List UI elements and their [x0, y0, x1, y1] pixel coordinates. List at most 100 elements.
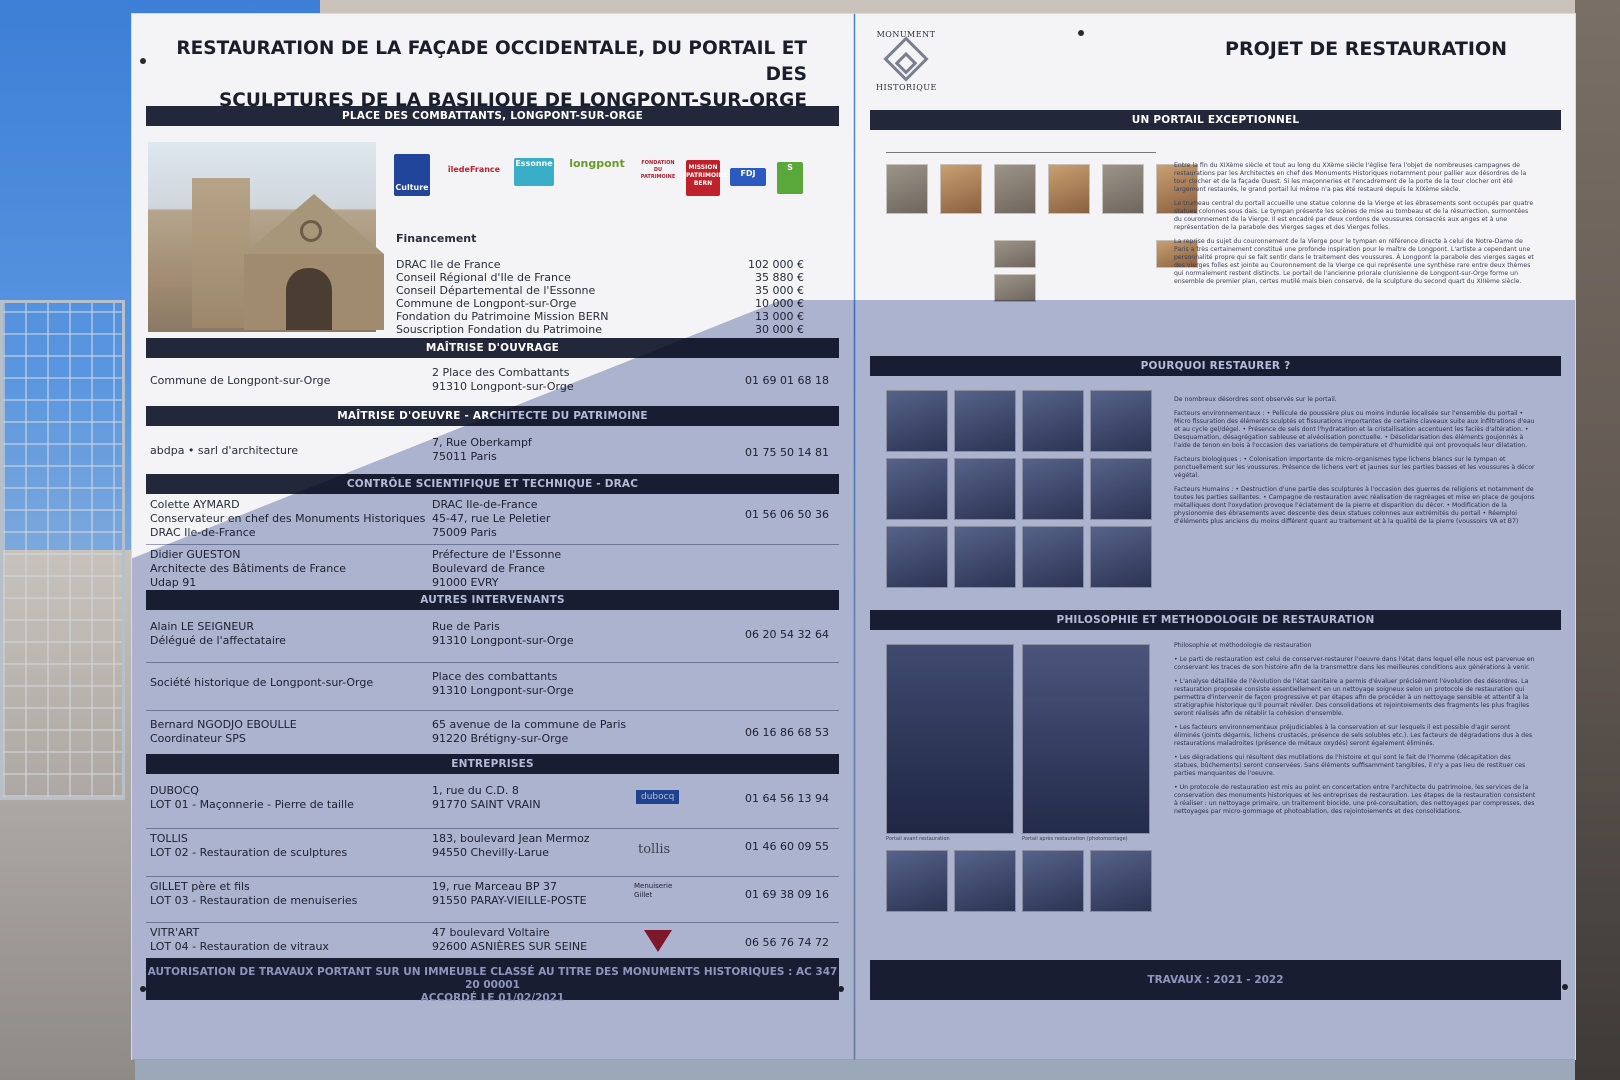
divider [146, 662, 839, 663]
moe-row: abdpa • sarl d'architecture 7, Rue Oberk… [146, 436, 839, 476]
church-portal [286, 268, 332, 330]
section-bar-portail: UN PORTAIL EXCEPTIONNEL [870, 110, 1561, 130]
logo-crest: S [777, 162, 803, 194]
portal-after-photo [1022, 644, 1150, 834]
logo-essonne: Essonne [514, 158, 554, 186]
moe-phone: 01 75 50 14 81 [745, 446, 829, 459]
autres-address: 65 avenue de la commune de Paris 91220 Br… [432, 718, 627, 745]
financement-row: Souscription Fondation du Patrimoine 30 0… [396, 323, 804, 336]
divider [146, 710, 839, 711]
screw [1562, 984, 1568, 990]
detail-photo [954, 850, 1016, 912]
logo-dubocq: dubocq [636, 790, 680, 804]
financement-row: Conseil Départemental de l'Essonne 35 000… [396, 284, 804, 297]
entreprise-address: 1, rue du C.D. 8 91770 SAINT VRAIN [432, 784, 541, 811]
moe-name: abdpa • sarl d'architecture [150, 444, 299, 457]
entreprise-name: DUBOCQ LOT 01 - Maçonnerie - Pierre de ta… [150, 784, 354, 811]
moa-name: Commune de Longpont-sur-Orge [150, 374, 331, 387]
wall-top [320, 0, 1580, 14]
section-bar-pourquoi: POURQUOI RESTAURER ? [870, 356, 1561, 376]
logo-mission-bern: MISSION PATRIMOINE BERN [686, 160, 727, 196]
caption-before: Portail avant restauration [886, 836, 950, 842]
logo-culture: Culture [394, 154, 430, 196]
entreprise-phone: 01 69 38 09 16 [745, 888, 829, 901]
degradation-photo [1090, 390, 1152, 452]
entreprise-phone: 01 46 60 09 55 [745, 840, 829, 853]
logo-longpont: longpont [569, 157, 625, 170]
degradation-photo [1022, 458, 1084, 520]
degradation-photo [954, 458, 1016, 520]
degradation-photo [954, 390, 1016, 452]
portal-thumb [1048, 164, 1090, 214]
financement-row: DRAC Ile de France 102 000 € [396, 258, 804, 271]
detail-photos [886, 850, 1152, 912]
entreprise-name: TOLLIS LOT 02 - Restauration de sculpture… [150, 832, 348, 859]
authorization-footer: AUTORISATION DE TRAVAUX PORTANT SUR UN I… [146, 958, 839, 1004]
page-title: RESTAURATION DE LA FAÇADE OCCIDENTALE, D… [176, 38, 807, 111]
entreprise-address: 19, rue Marceau BP 37 91550 PARAY-VIEILLE… [432, 880, 587, 907]
cst-address: Préfecture de l'Essonne Boulevard de Fran… [432, 548, 562, 589]
background-wall-right [1575, 0, 1620, 1080]
degradation-photo [1022, 526, 1084, 588]
monument-historique-icon [883, 36, 929, 82]
entreprise-name: GILLET père et fils LOT 03 - Restauration… [150, 880, 358, 907]
autres-address: Place des combattants 91310 Longpont-sur-… [432, 670, 574, 697]
financement-title: Financement [396, 232, 477, 245]
logo-iledefrance: îledeFrance [447, 165, 501, 174]
cst-row: Didier GUESTON Architecte des Bâtiments d… [146, 548, 839, 594]
screw [140, 58, 146, 64]
entreprise-phone: 01 64 56 13 94 [745, 792, 829, 805]
portal-thumb [886, 164, 928, 214]
cst-person: Didier GUESTON Architecte des Bâtiments d… [150, 548, 347, 589]
portal-thumb [1102, 164, 1144, 214]
section-bar-place: PLACE DES COMBATTANTS, LONGPONT-SUR-ORGE [146, 106, 839, 126]
portail-comparison [886, 144, 1198, 354]
portail-thumbs [886, 164, 1198, 214]
detail-photo [1090, 850, 1152, 912]
screw [1078, 30, 1084, 36]
degradation-photo [954, 526, 1016, 588]
timeline [886, 152, 1156, 153]
cst-address: DRAC Ile-de-France 45-47, rue Le Peletier… [432, 498, 551, 539]
autres-address: Rue de Paris 91310 Longpont-sur-Orge [432, 620, 574, 647]
metal-fence [0, 300, 125, 800]
degradation-photo [886, 458, 948, 520]
entreprise-row: GILLET père et fils LOT 03 - Restauration… [146, 880, 839, 922]
divider [146, 922, 839, 923]
entreprise-name: VITR'ART LOT 04 - Restauration de vitraux [150, 926, 329, 953]
autres-row: Bernard NGODJO EBOULLE Coordinateur SPS 6… [146, 718, 839, 758]
right-panel: MONUMENT HISTORIQUE PROJET DE RESTAURATI… [856, 14, 1575, 1059]
autres-phone: 06 16 86 68 53 [745, 726, 829, 739]
entreprise-address: 47 boulevard Voltaire 92600 ASNIÈRES SUR … [432, 926, 588, 953]
divider [146, 876, 839, 877]
right-title: PROJET DE RESTAURATION [1225, 38, 1507, 60]
degradation-photo [1090, 526, 1152, 588]
monument-historique-logo: MONUMENT HISTORIQUE [876, 30, 937, 92]
portal-before-photo [886, 644, 1014, 834]
entreprise-row: TOLLIS LOT 02 - Restauration de sculpture… [146, 832, 839, 874]
entreprise-row: DUBOCQ LOT 01 - Maçonnerie - Pierre de ta… [146, 784, 839, 826]
moa-address: 2 Place des Combattants 91310 Longpont-su… [432, 366, 574, 393]
portal-thumb [994, 240, 1036, 268]
divider [146, 544, 839, 545]
detail-photo [886, 850, 948, 912]
autres-row: Alain LE SEIGNEUR Délégué de l'affectatai… [146, 620, 839, 660]
financement-table: DRAC Ile de France 102 000 € Conseil Régi… [396, 258, 804, 336]
church-tower [192, 178, 250, 328]
financement-row: Conseil Régional d'Ile de France 35 880 € [396, 271, 804, 284]
autres-person: Bernard NGODJO EBOULLE Coordinateur SPS [150, 718, 297, 745]
section-bar-moe: MAÎTRISE D'OEUVRE - ARCHITECTE DU PATRIM… [146, 406, 839, 426]
logo-vitrart [644, 930, 672, 952]
logo-fondation-patrimoine: FONDATION DU PATRIMOINE [640, 160, 676, 180]
section-bar-autres: AUTRES INTERVENANTS [146, 590, 839, 610]
section-bar-philosophie: PHILOSOPHIE ET METHODOLOGIE DE RESTAURAT… [870, 610, 1561, 630]
portal-thumb [940, 164, 982, 214]
entreprise-phone: 06 56 76 74 72 [745, 936, 829, 949]
logo-tollis: tollis [638, 842, 671, 857]
degradation-photo [1022, 390, 1084, 452]
pourquoi-text: De nombreux désordres sont observés sur … [1174, 396, 1535, 525]
moe-address: 7, Rue Oberkampf 75011 Paris [432, 436, 532, 463]
travaux-footer: TRAVAUX : 2021 - 2022 [870, 960, 1561, 1000]
autres-row: Société historique de Longpont-sur-Orge … [146, 670, 839, 710]
moa-row: Commune de Longpont-sur-Orge 2 Place des… [146, 366, 839, 406]
